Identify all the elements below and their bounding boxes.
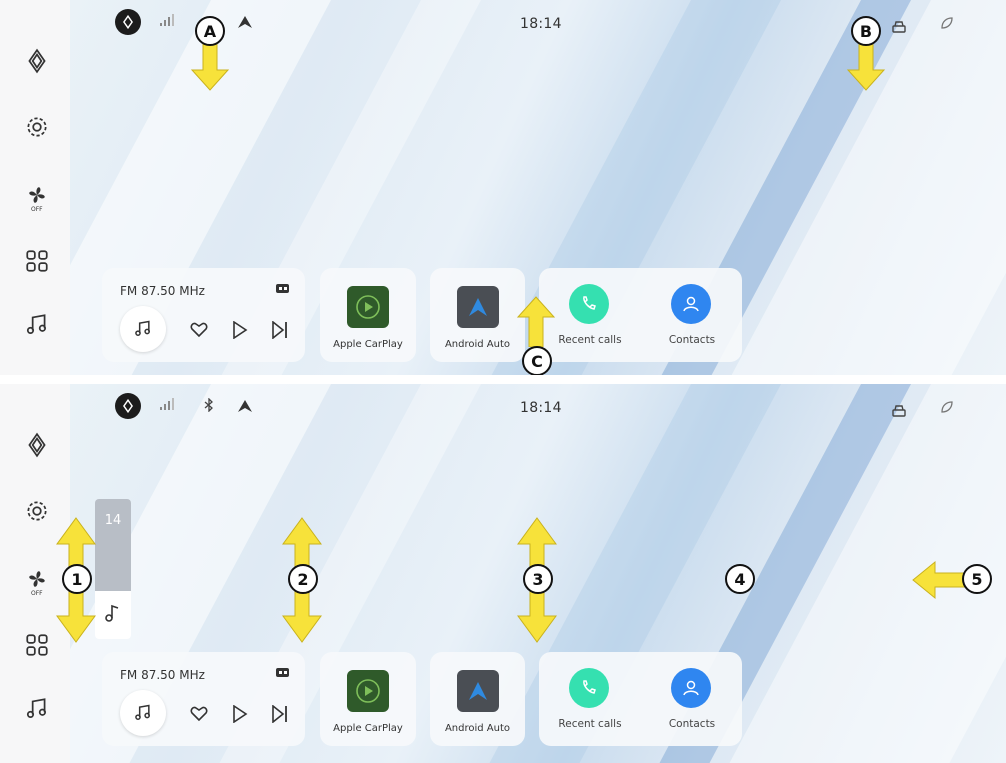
recent-calls-label: Recent calls — [558, 718, 622, 730]
callout-2: 2 — [288, 564, 318, 594]
apps-grid-icon[interactable] — [22, 246, 52, 276]
contacts-button[interactable] — [671, 668, 711, 708]
play-button[interactable] — [230, 320, 250, 340]
play-button[interactable] — [230, 704, 250, 724]
radio-widget[interactable]: FM 87.50 MHz — [102, 652, 305, 746]
signal-icon — [160, 14, 174, 29]
phone-icon — [583, 680, 596, 694]
arrow-left-5 — [912, 560, 966, 600]
radio-source-icon[interactable] — [275, 280, 291, 294]
next-icon — [272, 705, 287, 723]
status-bar: 18:14 — [70, 384, 1006, 424]
eco-icon — [940, 16, 954, 33]
carplay-icon — [347, 670, 389, 712]
contact-icon — [683, 296, 699, 312]
heart-icon — [190, 322, 208, 338]
brand-logo-icon[interactable] — [22, 430, 52, 460]
callout-a: A — [195, 16, 225, 46]
music-source-button[interactable] — [120, 690, 166, 736]
callout-4: 4 — [725, 564, 755, 594]
brand-logo-icon — [115, 9, 141, 35]
heart-icon — [190, 706, 208, 722]
settings-gear-icon[interactable] — [22, 112, 52, 142]
car-icon — [892, 20, 906, 37]
navigation-icon — [238, 16, 252, 31]
recent-calls-button[interactable] — [569, 284, 609, 324]
android-auto-label: Android Auto — [444, 723, 511, 734]
phone-widget: Recent calls Contacts — [539, 652, 742, 746]
bluetooth-icon — [204, 397, 214, 415]
android-auto-icon — [456, 670, 499, 712]
android-auto-label: Android Auto — [444, 339, 511, 350]
carplay-label: Apple CarPlay — [333, 339, 403, 350]
arrow-down-a — [190, 44, 230, 91]
music-note-icon — [135, 704, 150, 720]
music-note-icon — [105, 604, 119, 622]
navigation-icon — [238, 400, 252, 415]
next-icon — [272, 321, 287, 339]
radio-station: FM 87.50 MHz — [120, 284, 205, 298]
side-rail: OFF — [0, 0, 70, 375]
recent-calls-button[interactable] — [569, 668, 609, 708]
carplay-label: Apple CarPlay — [333, 723, 403, 734]
callout-1: 1 — [62, 564, 92, 594]
home-screen-top: OFF 18:14 FM 87.50 MHz Apple CarPlay And… — [0, 0, 1006, 375]
favorite-button[interactable] — [189, 320, 209, 340]
volume-slider[interactable]: 14 — [95, 499, 131, 639]
radio-widget[interactable]: FM 87.50 MHz — [102, 268, 305, 362]
android-auto-tile[interactable]: Android Auto — [430, 268, 525, 362]
music-note-icon[interactable] — [22, 694, 52, 724]
callout-b: B — [851, 16, 881, 46]
callout-5: 5 — [962, 564, 992, 594]
clock: 18:14 — [520, 400, 562, 416]
music-source-button[interactable] — [120, 306, 166, 352]
favorite-button[interactable] — [189, 704, 209, 724]
contacts-label: Contacts — [668, 334, 716, 346]
signal-icon — [160, 398, 174, 413]
phone-icon — [583, 296, 596, 310]
home-screen-bottom: OFF 18:14 14 FM 87.50 MHz Apple CarPlay … — [0, 384, 1006, 763]
fan-off-label: OFF — [31, 590, 43, 597]
contacts-button[interactable] — [671, 284, 711, 324]
volume-source — [95, 591, 131, 639]
arrow-up-c — [516, 296, 556, 347]
next-button[interactable] — [270, 704, 290, 724]
recent-calls-label: Recent calls — [558, 334, 622, 346]
play-icon — [233, 321, 248, 339]
clock: 18:14 — [520, 16, 562, 32]
apple-carplay-tile[interactable]: Apple CarPlay — [320, 268, 416, 362]
radio-source-icon[interactable] — [275, 664, 291, 678]
arrow-down-b — [846, 44, 886, 91]
radio-station: FM 87.50 MHz — [120, 668, 205, 682]
carplay-icon — [347, 286, 389, 328]
play-icon — [233, 705, 248, 723]
music-note-icon[interactable] — [22, 310, 52, 340]
contact-icon — [683, 680, 699, 696]
next-button[interactable] — [270, 320, 290, 340]
android-auto-icon — [456, 286, 499, 328]
contacts-label: Contacts — [668, 718, 716, 730]
music-note-icon — [135, 320, 150, 336]
brand-logo-icon[interactable] — [22, 46, 52, 76]
eco-icon — [940, 400, 954, 417]
callout-3: 3 — [523, 564, 553, 594]
volume-track: 14 — [95, 499, 131, 591]
settings-gear-icon[interactable] — [22, 496, 52, 526]
fan-off-label: OFF — [31, 206, 43, 213]
car-icon — [892, 404, 906, 421]
android-auto-tile[interactable]: Android Auto — [430, 652, 525, 746]
apps-grid-icon[interactable] — [22, 630, 52, 660]
brand-logo-icon — [115, 393, 141, 419]
volume-value: 14 — [104, 513, 122, 528]
callout-c: C — [522, 346, 552, 375]
apple-carplay-tile[interactable]: Apple CarPlay — [320, 652, 416, 746]
phone-widget: Recent calls Contacts — [539, 268, 742, 362]
